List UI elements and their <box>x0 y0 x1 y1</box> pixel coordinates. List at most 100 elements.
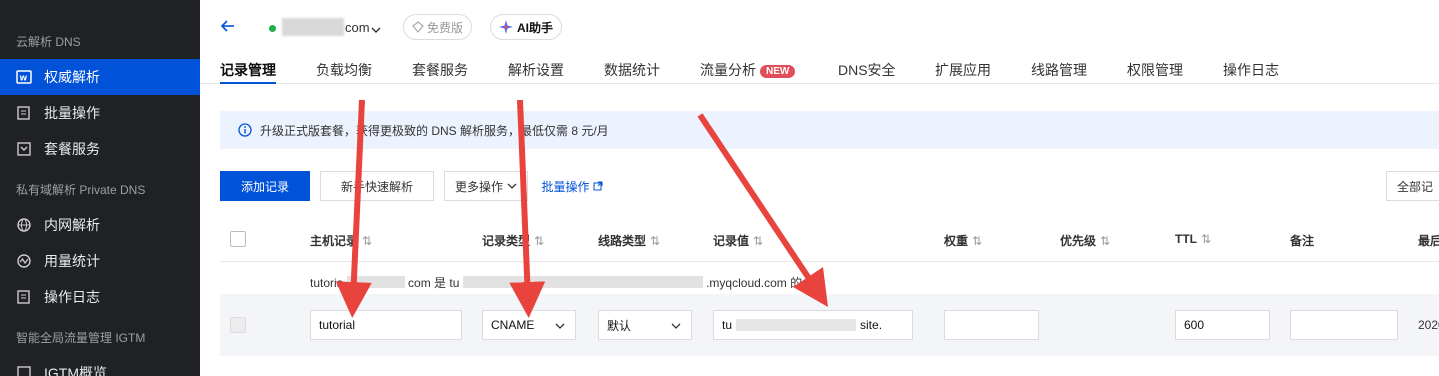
globe-icon <box>16 217 32 233</box>
ai-star-icon <box>499 20 513 34</box>
batch-ops-label: 批量操作 <box>541 179 590 194</box>
dns-icon: W <box>16 69 32 85</box>
ttl-input[interactable]: 600 <box>1175 310 1270 340</box>
sort-icon: ⇅ <box>753 234 764 248</box>
header-type[interactable]: 记录类型 ⇅ <box>482 232 544 249</box>
tab-line-management[interactable]: 线路管理 <box>1031 60 1087 80</box>
row-checkbox[interactable] <box>230 317 246 333</box>
diamond-icon <box>412 21 424 33</box>
ai-assistant-label: AI助手 <box>517 20 554 35</box>
table-row: tutorial CNAME 默认 tu site. 600 2020 <box>220 294 1439 356</box>
active-tab-indicator <box>220 82 276 84</box>
tab-dns-security[interactable]: DNS安全 <box>838 60 896 80</box>
log-icon <box>16 289 32 305</box>
domain-name[interactable]: com <box>345 20 370 35</box>
sidebar-item-label: 操作日志 <box>44 289 100 305</box>
chevron-down-icon <box>555 323 565 329</box>
header-priority[interactable]: 优先级 ⇅ <box>1060 232 1110 249</box>
header-host[interactable]: 主机记录 ⇅ <box>310 232 372 249</box>
records-table: 主机记录 ⇅ 记录类型 ⇅ 线路类型 ⇅ 记录值 ⇅ 权重 ⇅ 优先级 ⇅ TTL ⇅ 备注 … <box>220 216 1439 376</box>
sidebar-item-authoritative-dns[interactable]: W 权威解析 <box>0 59 200 95</box>
free-plan-badge[interactable]: 免费版 <box>403 14 473 40</box>
hint-right: .myqcloud.com 的 <box>706 276 803 290</box>
main-content: com 免费版 AI助手 记录管理 负载均衡 套餐服务 解析设置 数据统计 流量… <box>200 0 1439 376</box>
usage-chart-icon <box>16 253 32 269</box>
app-root: 云解析 DNS W 权威解析 批量操作 套餐服务 私有域解析 Private D… <box>0 0 1439 376</box>
sidebar-item-label: IGTM概览 <box>44 365 107 376</box>
more-ops-dropdown[interactable]: 更多操作 <box>444 171 528 201</box>
tab-permissions[interactable]: 权限管理 <box>1127 60 1183 80</box>
chevron-down-icon <box>507 183 517 189</box>
svg-text:W: W <box>20 75 28 83</box>
redacted-text <box>462 276 703 288</box>
hint-left: tutoria <box>310 276 344 290</box>
package-icon <box>16 141 32 157</box>
sidebar-item-label: 用量统计 <box>44 253 100 269</box>
sidebar-section-private: 私有域解析 Private DNS <box>16 183 146 197</box>
sidebar-item-intranet[interactable]: 内网解析 <box>0 207 200 243</box>
sidebar-item-batch[interactable]: 批量操作 <box>0 95 200 131</box>
back-arrow-icon[interactable] <box>220 18 236 34</box>
sidebar-item-log[interactable]: 操作日志 <box>0 279 200 315</box>
batch-icon <box>16 105 32 121</box>
select-all-checkbox[interactable] <box>230 231 246 247</box>
sidebar-item-label: 批量操作 <box>44 105 100 121</box>
remark-input[interactable] <box>1290 310 1398 340</box>
sidebar-item-label: 内网解析 <box>44 217 100 233</box>
sidebar-item-package[interactable]: 套餐服务 <box>0 131 200 167</box>
status-dot <box>269 25 276 32</box>
cname-hint: tutoria com 是 tu .myqcloud.com 的 <box>310 274 802 291</box>
redacted-text <box>346 276 405 288</box>
tab-extensions[interactable]: 扩展应用 <box>935 60 991 80</box>
header-line[interactable]: 线路类型 ⇅ <box>598 232 660 249</box>
top-bar: com 免费版 AI助手 <box>200 0 1439 55</box>
external-link-icon <box>593 181 602 191</box>
redacted-domain <box>282 18 344 36</box>
sidebar-item-label: 权威解析 <box>44 69 100 85</box>
last-modified: 2020 <box>1418 318 1439 332</box>
host-input[interactable]: tutorial <box>310 310 462 340</box>
tab-traffic-analysis-label: 流量分析 <box>700 62 756 78</box>
sidebar-item-usage[interactable]: 用量统计 <box>0 243 200 279</box>
add-record-button[interactable]: 添加记录 <box>220 171 310 201</box>
chevron-down-icon[interactable] <box>371 22 381 33</box>
table-header: 主机记录 ⇅ 记录类型 ⇅ 线路类型 ⇅ 记录值 ⇅ 权重 ⇅ 优先级 ⇅ TTL ⇅ 备注 … <box>220 216 1439 262</box>
tab-traffic-analysis[interactable]: 流量分析 NEW <box>700 60 796 80</box>
tab-bar: 记录管理 负载均衡 套餐服务 解析设置 数据统计 流量分析 NEW DNS安全 扩… <box>200 56 1439 84</box>
batch-ops-link[interactable]: 批量操作 <box>540 171 604 201</box>
tab-operation-log[interactable]: 操作日志 <box>1223 60 1279 80</box>
notice-text: 升级正式版套餐，获得更极致的 DNS 解析服务，最低仅需 8 元/月 <box>260 123 609 138</box>
sort-icon: ⇅ <box>1100 234 1111 248</box>
line-type-value: 默认 <box>607 318 632 333</box>
sidebar: 云解析 DNS W 权威解析 批量操作 套餐服务 私有域解析 Private D… <box>0 0 200 376</box>
ai-assistant-button[interactable]: AI助手 <box>490 14 563 40</box>
record-value-prefix: tu <box>722 318 733 332</box>
record-value-input[interactable]: tu site. <box>713 310 913 340</box>
tab-package[interactable]: 套餐服务 <box>412 60 468 80</box>
header-last: 最后 <box>1418 234 1439 248</box>
upgrade-notice: 升级正式版套餐，获得更极致的 DNS 解析服务，最低仅需 8 元/月 <box>220 111 1439 149</box>
info-icon <box>238 123 252 137</box>
record-type-select[interactable]: CNAME <box>482 310 576 340</box>
tab-record-management[interactable]: 记录管理 <box>220 60 276 80</box>
line-type-select[interactable]: 默认 <box>598 310 692 340</box>
free-plan-label: 免费版 <box>427 20 464 35</box>
all-records-dropdown[interactable]: 全部记 <box>1386 171 1439 201</box>
weight-input[interactable] <box>944 310 1039 340</box>
sort-icon: ⇅ <box>362 234 373 248</box>
header-value[interactable]: 记录值 ⇅ <box>713 232 763 249</box>
record-type-value: CNAME <box>491 318 535 332</box>
tab-load-balance[interactable]: 负载均衡 <box>316 60 372 80</box>
header-weight[interactable]: 权重 ⇅ <box>944 232 982 249</box>
quick-parse-button[interactable]: 新手快速解析 <box>320 171 434 201</box>
header-remark: 备注 <box>1290 234 1315 248</box>
sidebar-item-igtm-overview[interactable]: IGTM概览 <box>0 355 200 376</box>
overview-icon <box>16 365 32 376</box>
sort-icon: ⇅ <box>1201 232 1212 246</box>
header-ttl[interactable]: TTL ⇅ <box>1175 232 1211 246</box>
sidebar-item-label: 套餐服务 <box>44 141 100 157</box>
hint-mid: com 是 tu <box>408 276 460 290</box>
tab-parse-settings[interactable]: 解析设置 <box>508 60 564 80</box>
sidebar-section-igtm: 智能全局流量管理 IGTM <box>16 331 146 345</box>
tab-statistics[interactable]: 数据统计 <box>604 60 660 80</box>
